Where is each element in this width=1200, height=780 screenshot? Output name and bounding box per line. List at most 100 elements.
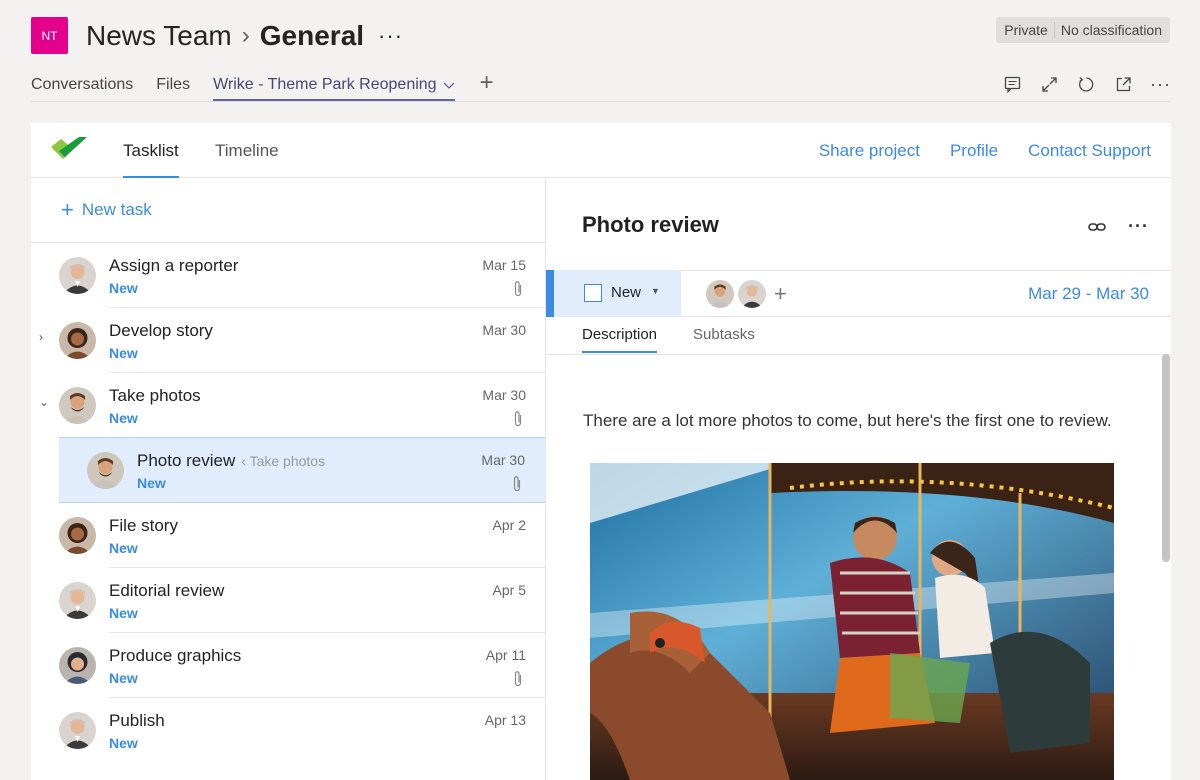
channel-tabs: Conversations Files Wrike - Theme Park R… bbox=[31, 71, 1170, 102]
task-name: Take photos bbox=[109, 386, 201, 405]
attachment-icon bbox=[514, 411, 522, 427]
detail-toolbar: ··· bbox=[1088, 216, 1149, 237]
tab-conversations[interactable]: Conversations bbox=[31, 72, 133, 102]
task-row[interactable]: › Develop story New Mar 30 bbox=[31, 308, 546, 373]
tab-tasklist[interactable]: Tasklist bbox=[123, 141, 179, 178]
task-row[interactable]: ⌄ Take photos New Mar 30 bbox=[31, 373, 546, 438]
task-status[interactable]: New bbox=[109, 670, 138, 686]
task-title[interactable]: Photo review bbox=[582, 212, 719, 238]
avatar bbox=[59, 582, 96, 619]
add-tab-button[interactable]: + bbox=[480, 71, 494, 95]
more-options-icon[interactable]: ··· bbox=[1150, 74, 1170, 94]
collapse-chevron-icon[interactable]: ⌄ bbox=[39, 395, 49, 409]
avatar bbox=[59, 517, 96, 554]
task-date: Apr 5 bbox=[492, 582, 526, 598]
tab-wrike-label: Wrike - Theme Park Reopening bbox=[213, 76, 437, 93]
task-row[interactable]: File story New Apr 2 bbox=[31, 503, 546, 568]
task-row[interactable]: Publish New Apr 13 bbox=[31, 698, 546, 763]
link-icon[interactable] bbox=[1088, 221, 1106, 233]
app-header: Tasklist Timeline Share project Profile … bbox=[31, 123, 1171, 178]
refresh-icon[interactable] bbox=[1077, 75, 1096, 94]
date-range[interactable]: Mar 29 - Mar 30 bbox=[1028, 284, 1149, 304]
task-name: Produce graphics bbox=[109, 646, 242, 665]
task-date: Mar 30 bbox=[481, 452, 525, 468]
scrollbar-thumb[interactable] bbox=[1162, 354, 1170, 562]
task-status[interactable]: New bbox=[109, 345, 138, 361]
expand-icon[interactable] bbox=[1040, 75, 1059, 94]
channel-name: General bbox=[259, 20, 365, 51]
profile-link[interactable]: Profile bbox=[950, 141, 998, 161]
classification-label: No classification bbox=[1060, 22, 1162, 38]
avatar bbox=[59, 322, 96, 359]
task-row[interactable]: Assign a reporter New Mar 15 bbox=[31, 243, 546, 308]
task-date: Apr 2 bbox=[492, 517, 526, 533]
conversation-icon[interactable] bbox=[1003, 75, 1022, 94]
avatar bbox=[59, 387, 96, 424]
open-external-icon[interactable] bbox=[1114, 75, 1133, 94]
task-status[interactable]: New bbox=[109, 280, 138, 296]
task-name-text: Photo review bbox=[137, 451, 236, 470]
share-project-link[interactable]: Share project bbox=[819, 141, 920, 161]
status-bar: New ▼ + Mar 29 - Mar 30 bbox=[546, 270, 1171, 317]
status-dropdown[interactable]: New ▼ bbox=[546, 270, 681, 317]
expand-chevron-icon[interactable]: › bbox=[39, 330, 43, 344]
task-name: Photo review ‹ Take photos bbox=[137, 451, 325, 471]
attachment-icon bbox=[514, 281, 522, 297]
chevron-down-icon[interactable] bbox=[443, 76, 455, 94]
task-name: Editorial review bbox=[109, 581, 225, 600]
team-name[interactable]: News Team bbox=[86, 20, 232, 52]
parent-task-link[interactable]: ‹ Take photos bbox=[241, 453, 325, 469]
status-checkbox[interactable] bbox=[584, 284, 602, 302]
task-status[interactable]: New bbox=[109, 540, 138, 556]
tab-toolbar: ··· bbox=[1003, 72, 1170, 96]
avatar bbox=[59, 257, 96, 294]
task-status[interactable]: New bbox=[109, 735, 138, 751]
avatar bbox=[87, 452, 124, 489]
contact-support-link[interactable]: Contact Support bbox=[1028, 141, 1151, 161]
tab-wrike[interactable]: Wrike - Theme Park Reopening bbox=[213, 72, 455, 102]
task-date: Mar 15 bbox=[482, 257, 526, 273]
assignees: + bbox=[706, 280, 787, 308]
task-row[interactable]: Produce graphics New Apr 11 bbox=[31, 633, 546, 698]
app-links: Share project Profile Contact Support bbox=[819, 141, 1151, 161]
avatar bbox=[59, 647, 96, 684]
avatar bbox=[59, 712, 96, 749]
breadcrumb: News Team › General ··· bbox=[86, 18, 403, 54]
new-task-button[interactable]: + New task bbox=[61, 197, 152, 222]
wrike-app: Tasklist Timeline Share project Profile … bbox=[31, 123, 1171, 780]
channel-more-button[interactable]: ··· bbox=[378, 23, 403, 49]
task-row[interactable]: Editorial review New Apr 5 bbox=[31, 568, 546, 633]
task-row-selected[interactable]: Photo review ‹ Take photos New Mar 30 bbox=[59, 437, 545, 503]
team-avatar[interactable]: NT bbox=[31, 17, 68, 54]
attachment-icon bbox=[513, 476, 521, 492]
task-name: Develop story bbox=[109, 321, 213, 340]
task-name: Assign a reporter bbox=[109, 256, 239, 275]
scrollbar[interactable] bbox=[1161, 354, 1171, 780]
task-status[interactable]: New bbox=[137, 475, 166, 491]
tab-description[interactable]: Description bbox=[582, 326, 658, 353]
add-assignee-button[interactable]: + bbox=[774, 281, 787, 307]
chevron-right-icon: › bbox=[241, 22, 250, 49]
attachment-icon bbox=[514, 671, 522, 687]
avatar[interactable] bbox=[738, 280, 766, 308]
plus-icon: + bbox=[61, 197, 74, 222]
avatar[interactable] bbox=[706, 280, 734, 308]
tab-files[interactable]: Files bbox=[156, 72, 190, 102]
wrike-logo-icon bbox=[51, 137, 87, 159]
task-description[interactable]: There are a lot more photos to come, but… bbox=[583, 411, 1112, 431]
classification-badge: Private No classification bbox=[996, 17, 1170, 43]
new-task-label: New task bbox=[81, 200, 152, 219]
task-detail-panel: Photo review ··· New ▼ + Mar 29 - Mar 30 bbox=[546, 178, 1171, 780]
task-list-panel: + New task Assign a reporter New Mar 15 … bbox=[31, 178, 546, 780]
carousel-photo[interactable] bbox=[590, 463, 1114, 780]
task-date: Mar 30 bbox=[482, 387, 526, 403]
more-options-icon[interactable]: ··· bbox=[1128, 216, 1149, 237]
task-status[interactable]: New bbox=[109, 410, 138, 426]
privacy-label: Private bbox=[1004, 22, 1048, 38]
task-status[interactable]: New bbox=[109, 605, 138, 621]
task-name: File story bbox=[109, 516, 178, 535]
tab-timeline[interactable]: Timeline bbox=[215, 141, 279, 178]
detail-subtabs: Description Subtasks bbox=[582, 326, 755, 353]
tab-subtasks[interactable]: Subtasks bbox=[693, 326, 755, 353]
task-date: Apr 13 bbox=[484, 712, 526, 728]
